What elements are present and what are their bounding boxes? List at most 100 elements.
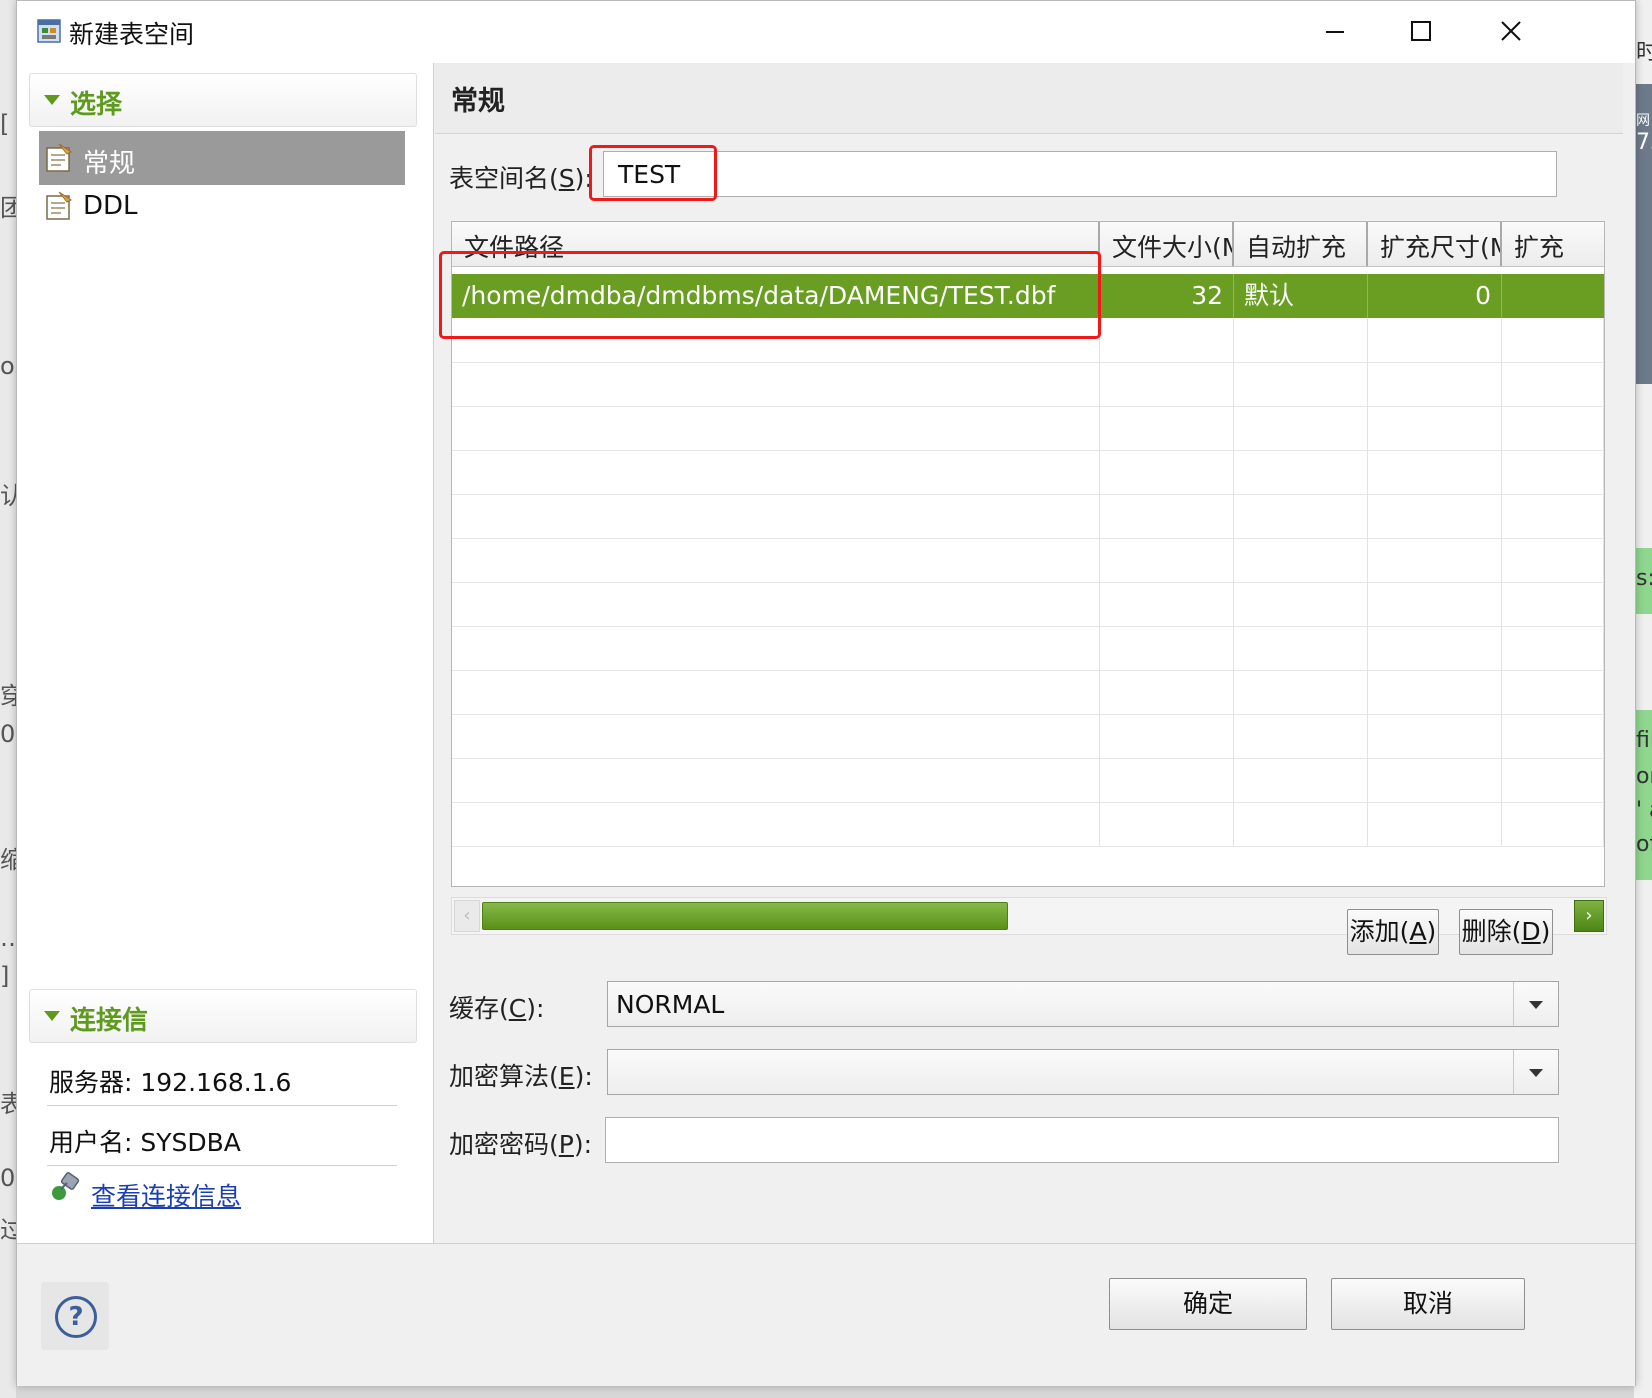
cache-select[interactable]: NORMAL (607, 981, 1559, 1027)
empty-table-row[interactable] (452, 802, 1604, 847)
empty-cell[interactable] (1368, 318, 1502, 362)
empty-table-row[interactable] (452, 538, 1604, 583)
empty-cell[interactable] (1234, 362, 1368, 406)
empty-cell[interactable] (1100, 406, 1234, 450)
column-header-extend-size[interactable]: 扩充尺寸(M (1368, 222, 1502, 266)
ok-button[interactable]: 确定 (1109, 1278, 1307, 1330)
empty-cell[interactable] (1234, 802, 1368, 846)
empty-cell[interactable] (452, 406, 1100, 450)
view-connection-info-link[interactable]: 查看连接信息 (91, 1177, 241, 1213)
empty-cell[interactable] (1502, 406, 1604, 450)
empty-cell[interactable] (452, 450, 1100, 494)
empty-cell[interactable] (1502, 758, 1604, 802)
tablespace-name-input[interactable]: TEST (603, 151, 1557, 197)
empty-cell[interactable] (1368, 406, 1502, 450)
empty-cell[interactable] (1234, 582, 1368, 626)
empty-cell[interactable] (1502, 538, 1604, 582)
empty-cell[interactable] (1100, 670, 1234, 714)
empty-cell[interactable] (1502, 582, 1604, 626)
nav-item-ddl[interactable]: DDL (39, 179, 405, 233)
scroll-right-icon[interactable]: › (1574, 900, 1604, 932)
scroll-left-icon[interactable]: ‹ (454, 900, 480, 932)
empty-cell[interactable] (452, 494, 1100, 538)
empty-cell[interactable] (1368, 538, 1502, 582)
empty-cell[interactable] (1368, 758, 1502, 802)
scrollbar-thumb[interactable] (482, 902, 1008, 930)
empty-cell[interactable] (452, 670, 1100, 714)
empty-cell[interactable] (452, 582, 1100, 626)
empty-cell[interactable] (1502, 494, 1604, 538)
empty-table-row[interactable] (452, 670, 1604, 715)
empty-cell[interactable] (1234, 318, 1368, 362)
empty-table-row[interactable] (452, 406, 1604, 451)
empty-cell[interactable] (452, 626, 1100, 670)
column-header-path[interactable]: 文件路径 (452, 222, 1100, 266)
empty-cell[interactable] (1368, 714, 1502, 758)
empty-cell[interactable] (1502, 450, 1604, 494)
empty-cell[interactable] (1234, 406, 1368, 450)
empty-cell[interactable] (1368, 802, 1502, 846)
empty-cell[interactable] (1368, 494, 1502, 538)
empty-cell[interactable] (1234, 670, 1368, 714)
empty-cell[interactable] (1100, 714, 1234, 758)
encryption-algorithm-select[interactable] (607, 1049, 1559, 1095)
empty-cell[interactable] (1100, 450, 1234, 494)
column-header-autoextend[interactable]: 自动扩充 (1234, 222, 1368, 266)
nav-item-general[interactable]: 常规 (39, 131, 405, 185)
empty-cell[interactable] (452, 802, 1100, 846)
empty-cell[interactable] (1100, 318, 1234, 362)
empty-cell[interactable] (452, 318, 1100, 362)
empty-cell[interactable] (1100, 758, 1234, 802)
empty-cell[interactable] (1368, 450, 1502, 494)
help-button[interactable]: ? (41, 1282, 109, 1350)
empty-cell[interactable] (1234, 758, 1368, 802)
encryption-password-input[interactable] (605, 1117, 1559, 1163)
add-file-button[interactable]: 添加(A) (1347, 909, 1439, 955)
maximize-button[interactable] (1391, 7, 1451, 55)
cell-autoextend[interactable]: 默认 (1234, 274, 1368, 318)
empty-cell[interactable] (1502, 362, 1604, 406)
empty-cell[interactable] (1368, 362, 1502, 406)
empty-cell[interactable] (1368, 582, 1502, 626)
empty-cell[interactable] (1234, 538, 1368, 582)
chevron-down-icon[interactable] (1513, 1050, 1558, 1094)
column-header-extend[interactable]: 扩充 (1502, 222, 1604, 266)
empty-table-row[interactable] (452, 362, 1604, 407)
empty-cell[interactable] (1234, 494, 1368, 538)
empty-cell[interactable] (1100, 494, 1234, 538)
chevron-down-icon[interactable] (1513, 982, 1558, 1026)
empty-cell[interactable] (452, 362, 1100, 406)
empty-cell[interactable] (452, 714, 1100, 758)
empty-cell[interactable] (1234, 714, 1368, 758)
column-header-size[interactable]: 文件大小(M (1100, 222, 1234, 266)
empty-cell[interactable] (1502, 802, 1604, 846)
select-section-header[interactable]: 选择 (29, 73, 417, 127)
empty-table-row[interactable] (452, 494, 1604, 539)
empty-table-row[interactable] (452, 626, 1604, 671)
cell-path[interactable]: /home/dmdba/dmdbms/data/DAMENG/TEST.dbf (452, 274, 1100, 318)
cell-size[interactable]: 32 (1100, 274, 1234, 318)
empty-cell[interactable] (452, 758, 1100, 802)
empty-table-row[interactable] (452, 318, 1604, 363)
empty-table-row[interactable] (452, 758, 1604, 803)
connection-section-header[interactable]: 连接信 (29, 989, 417, 1043)
empty-cell[interactable] (1502, 626, 1604, 670)
table-row[interactable]: /home/dmdba/dmdbms/data/DAMENG/TEST.dbf … (452, 274, 1604, 318)
empty-cell[interactable] (1502, 670, 1604, 714)
empty-cell[interactable] (1368, 626, 1502, 670)
close-button[interactable] (1481, 7, 1541, 55)
empty-table-row[interactable] (452, 714, 1604, 759)
minimize-button[interactable] (1305, 7, 1365, 55)
empty-table-row[interactable] (452, 450, 1604, 495)
empty-cell[interactable] (1368, 670, 1502, 714)
empty-cell[interactable] (1100, 802, 1234, 846)
empty-cell[interactable] (1502, 318, 1604, 362)
empty-cell[interactable] (1502, 714, 1604, 758)
empty-cell[interactable] (1100, 362, 1234, 406)
empty-cell[interactable] (1234, 450, 1368, 494)
cell-extend[interactable] (1502, 274, 1604, 318)
empty-cell[interactable] (1234, 626, 1368, 670)
title-bar[interactable]: 新建表空间 (17, 1, 1635, 63)
empty-cell[interactable] (1100, 582, 1234, 626)
delete-file-button[interactable]: 删除(D) (1459, 909, 1553, 955)
